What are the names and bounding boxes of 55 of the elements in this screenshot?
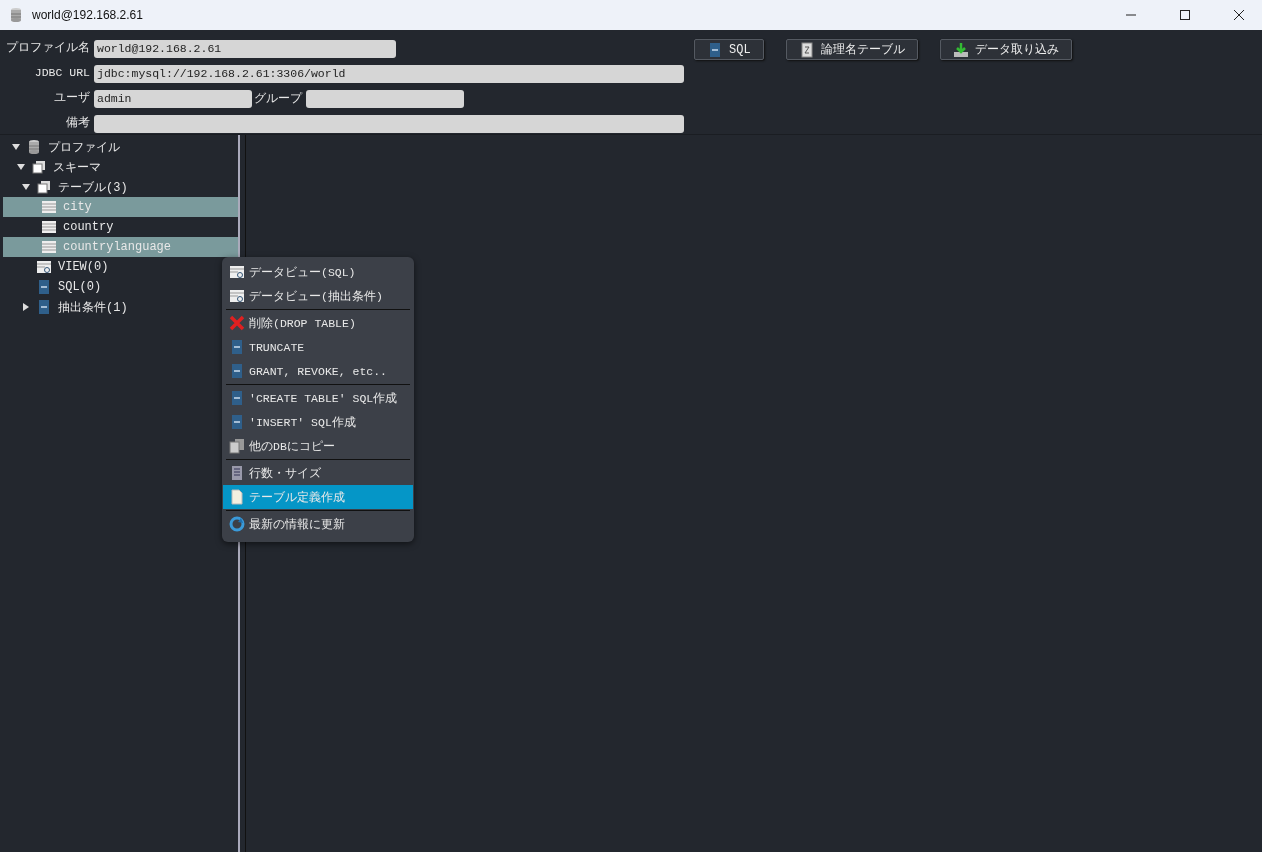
file-icon [229,414,245,430]
toolbar-button[interactable]: 論理名テーブル [785,39,918,60]
field-label: グループ [253,90,304,107]
stacked-squares-icon [31,159,47,175]
input-field[interactable] [306,89,464,108]
stacked-squares-icon [36,179,52,195]
toolbar-button[interactable]: データ取り込み [939,39,1072,60]
input-field[interactable] [94,114,684,133]
expanded-arrow-icon[interactable] [17,163,25,171]
menu-item[interactable]: TRUNCATE [223,335,413,359]
field-label: 備考 [65,115,91,131]
table-magnifier-icon [36,259,52,275]
download-icon [952,41,969,58]
database-icon [8,7,24,23]
table-icon [41,239,57,255]
input-field[interactable]: jdbc:mysql://192.168.2.61:3306/world [94,64,684,83]
table-icon [41,219,57,235]
tree-item[interactable]: プロファイル [3,137,238,157]
close-icon [1234,10,1244,20]
menu-item[interactable]: 'CREATE TABLE' SQL作成 [223,386,413,410]
document-icon [798,41,815,58]
input-field[interactable]: world@192.168.2.61 [94,39,396,58]
field-label: プロファイル名 [5,40,91,56]
menu-item[interactable]: 'INSERT' SQL作成 [223,410,413,434]
document-icon [229,489,245,505]
file-icon [229,363,245,379]
file-icon [229,339,245,355]
database-icon [26,139,42,155]
document-list-icon [229,465,245,481]
menu-item[interactable]: 行数・サイズ [223,461,413,485]
file-icon [36,279,52,295]
window-title: world@192.168.2.61 [32,8,144,22]
table-magnifier-icon [229,264,245,280]
maximize-icon [1180,10,1190,20]
menu-item[interactable]: 最新の情報に更新 [223,512,413,536]
field-label: JDBC URL [33,65,91,81]
file-icon [707,41,723,58]
field-label: ユーザ [53,90,91,106]
delete-icon [229,315,245,331]
table-icon [41,199,57,215]
menu-item[interactable]: 他のDBにコピー [223,434,413,458]
expanded-arrow-icon[interactable] [12,143,20,151]
tree-item[interactable]: スキーマ [3,157,238,177]
toolbar-button[interactable]: SQL [694,39,764,60]
table-magnifier-icon [229,288,245,304]
expanded-arrow-icon[interactable] [22,183,30,191]
file-icon [229,390,245,406]
file-icon [36,299,52,315]
input-field[interactable]: admin [94,89,252,108]
collapsed-arrow-icon[interactable] [22,303,30,311]
refresh-icon [229,516,245,532]
copy-icon [229,438,245,454]
tree-item[interactable]: テーブル(3) [3,177,238,197]
menu-item[interactable]: GRANT, REVOKE, etc.. [223,359,413,383]
tree-item[interactable]: country [3,217,238,237]
